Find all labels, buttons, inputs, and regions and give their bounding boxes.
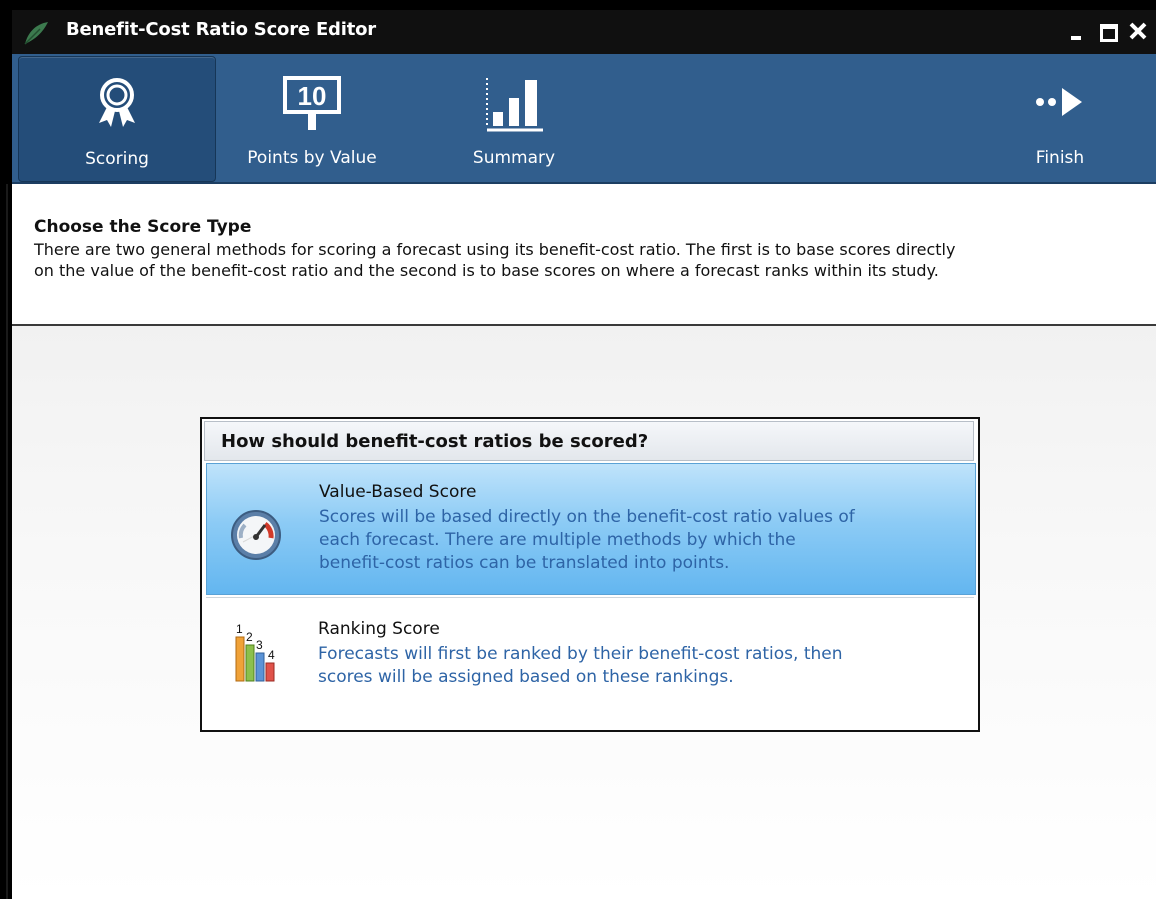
ten-points-sign-icon: 10 (283, 76, 341, 130)
ranking-score-title: Ranking Score (318, 619, 440, 639)
ribbon-scoring-button[interactable]: Scoring (18, 56, 216, 182)
page-description: There are two general methods for scorin… (34, 239, 1144, 281)
svg-text:10: 10 (298, 81, 327, 111)
ribbon-finish-button[interactable]: Finish (1012, 56, 1108, 180)
gauge-icon (231, 510, 281, 560)
ribbon-points-by-value-label: Points by Value (247, 148, 377, 168)
rank-number: 3 (256, 638, 263, 652)
maximize-button[interactable] (1096, 18, 1118, 42)
title-bar[interactable]: Benefit-Cost Ratio Score Editor (12, 10, 1156, 54)
value-based-score-description: Scores will be based directly on the ben… (319, 506, 959, 575)
bar-chart-icon (486, 78, 543, 132)
ranking-score-description-line: scores will be assigned based on these r… (318, 667, 734, 687)
close-button[interactable] (1127, 18, 1149, 42)
ribbon-toolbar: Scoring 10 Points by Value Summary Finis… (12, 54, 1156, 184)
award-ribbon-icon (99, 78, 135, 127)
minimize-button[interactable] (1065, 18, 1087, 42)
ribbon-scoring-label: Scoring (85, 149, 149, 169)
value-based-score-description-line: each forecast. There are multiple method… (319, 530, 796, 550)
option-divider (206, 597, 974, 598)
score-type-panel: How should benefit-cost ratios be scored… (200, 417, 980, 732)
ribbon-summary-button[interactable]: Summary (452, 56, 576, 180)
leaf-logo-icon (24, 22, 48, 45)
rank-number: 1 (236, 622, 243, 636)
ranking-score-description: Forecasts will first be ranked by their … (318, 643, 958, 689)
panel-question: How should benefit-cost ratios be scored… (221, 431, 649, 452)
ribbon-finish-label: Finish (1035, 148, 1085, 168)
ranked-bars-icon: 1 2 3 4 (235, 622, 275, 682)
value-based-score-description-line: benefit-cost ratios can be translated in… (319, 553, 730, 573)
left-border (6, 184, 8, 899)
ribbon-summary-label: Summary (472, 148, 556, 168)
page-description-line: on the value of the benefit-cost ratio a… (34, 261, 939, 280)
window-title: Benefit-Cost Ratio Score Editor (66, 19, 376, 40)
ribbon-points-by-value-button[interactable]: 10 Points by Value (226, 56, 398, 180)
dots-arrow-right-icon (1036, 88, 1082, 116)
value-based-score-description-line: Scores will be based directly on the ben… (319, 507, 855, 527)
page-description-line: There are two general methods for scorin… (34, 240, 956, 259)
page-header: Choose the Score Type There are two gene… (12, 184, 1156, 326)
minimize-icon (1071, 36, 1081, 40)
rank-number: 4 (268, 648, 275, 662)
maximize-icon (1100, 24, 1118, 42)
ranking-score-description-line: Forecasts will first be ranked by their … (318, 644, 843, 664)
rank-number: 2 (246, 630, 253, 644)
close-icon (1129, 22, 1147, 40)
app-window: Benefit-Cost Ratio Score Editor Scoring (0, 0, 1156, 899)
ranking-score-option[interactable]: 1 2 3 4 Ranking Score Forecasts will fir… (206, 609, 974, 705)
value-based-score-title: Value-Based Score (319, 482, 477, 502)
value-based-score-option[interactable]: Value-Based Score Scores will be based d… (206, 463, 976, 595)
panel-header: How should benefit-cost ratios be scored… (204, 421, 974, 461)
page-title: Choose the Score Type (34, 217, 252, 237)
